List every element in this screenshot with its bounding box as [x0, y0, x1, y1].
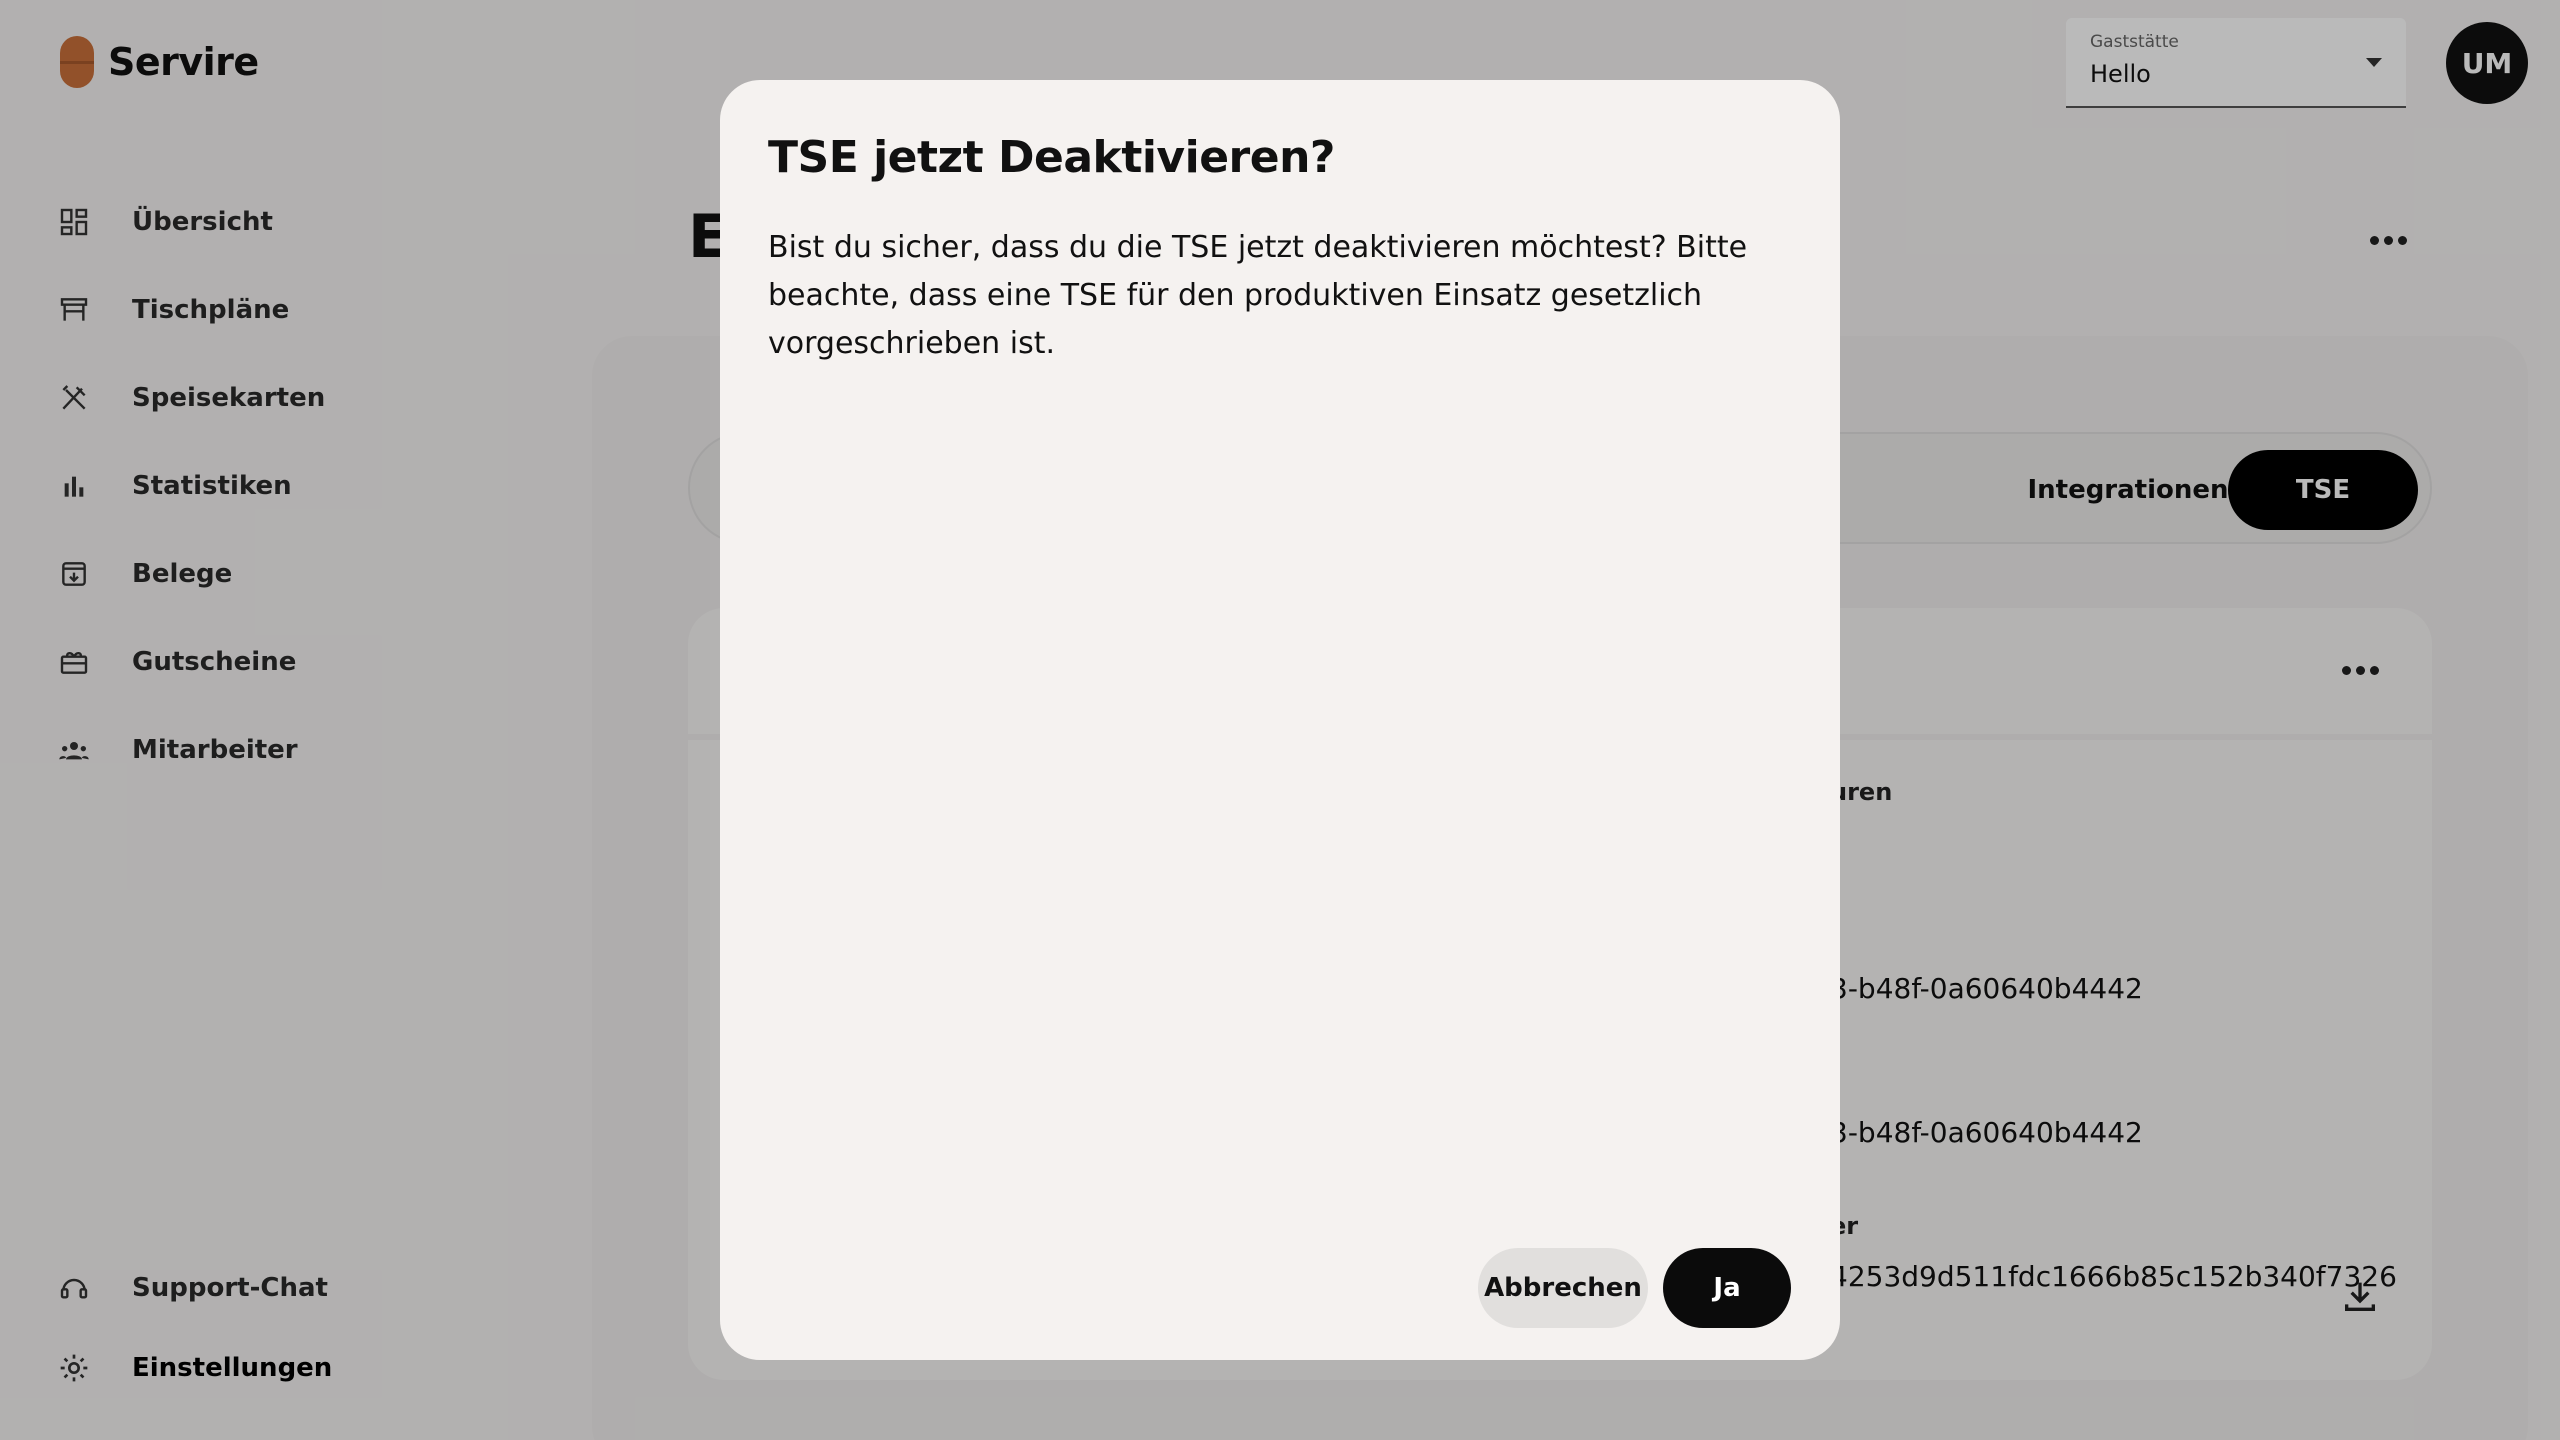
cancel-button[interactable]: Abbrechen: [1478, 1248, 1648, 1328]
app: Servire Übersicht Tischpläne Speisekarte…: [0, 0, 2560, 1440]
confirm-button[interactable]: Ja: [1663, 1248, 1791, 1328]
dialog-message: Bist du sicher, dass du die TSE jetzt de…: [768, 230, 1748, 361]
confirm-dialog: TSE jetzt Deaktivieren? Bist du sicher, …: [720, 80, 1840, 1360]
dialog-title: TSE jetzt Deaktivieren?: [768, 132, 1335, 183]
